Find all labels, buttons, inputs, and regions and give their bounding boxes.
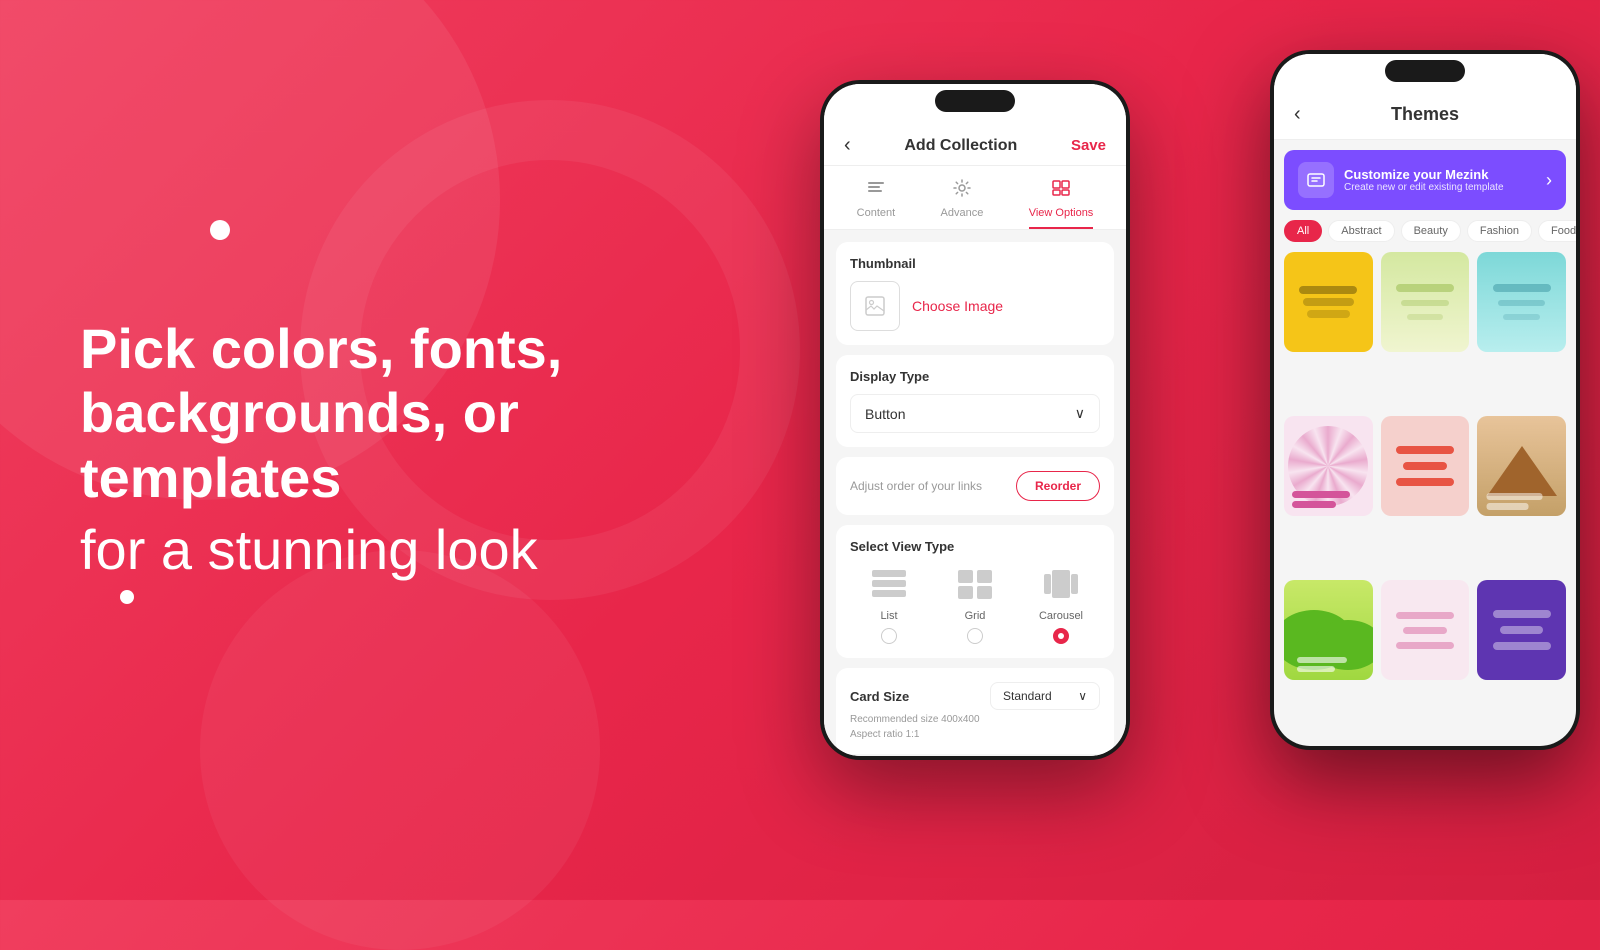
view-options-icon bbox=[1051, 178, 1071, 203]
save-button[interactable]: Save bbox=[1071, 137, 1106, 154]
recommended-size-text: Recommended size 400x400 bbox=[850, 714, 1100, 725]
content-icon bbox=[866, 178, 886, 203]
themes-back-button[interactable]: ‹ bbox=[1294, 103, 1301, 126]
tab-view-options-label: View Options bbox=[1029, 207, 1094, 219]
pink-bars bbox=[1292, 491, 1365, 508]
grid-radio[interactable] bbox=[967, 628, 983, 644]
chevron-down-icon: ∨ bbox=[1075, 405, 1085, 422]
display-type-label: Display Type bbox=[850, 369, 1100, 384]
select-view-type-section: Select View Type List bbox=[836, 525, 1114, 658]
theme-card-red[interactable] bbox=[1381, 416, 1470, 516]
carousel-radio[interactable] bbox=[1053, 628, 1069, 644]
phones-container: ‹ Add Collection Save Content bbox=[820, 50, 1580, 870]
aspect-ratio-text: Aspect ratio 1:1 bbox=[850, 729, 1100, 740]
card-size-select[interactable]: Standard ∨ bbox=[990, 682, 1100, 710]
tab-content-label: Content bbox=[857, 207, 896, 219]
view-type-list[interactable]: List bbox=[850, 564, 928, 644]
pill-beauty[interactable]: Beauty bbox=[1401, 220, 1461, 242]
bg-decoration-circle-medium bbox=[200, 550, 600, 950]
theme-card-pastel-pink[interactable] bbox=[1381, 580, 1470, 680]
back-button[interactable]: ‹ bbox=[844, 134, 851, 157]
thumbnail-label: Thumbnail bbox=[850, 256, 1100, 271]
themes-grid bbox=[1274, 252, 1576, 746]
card-size-value: Standard bbox=[1003, 689, 1052, 703]
theme-card-pastel-blue[interactable] bbox=[1477, 252, 1566, 352]
phone-front-notch bbox=[1385, 60, 1465, 82]
desert-bars bbox=[1486, 493, 1557, 510]
theme-card-pink-burst[interactable] bbox=[1284, 416, 1373, 516]
display-type-section: Display Type Button ∨ bbox=[836, 355, 1114, 447]
headline-line3: for a stunning look bbox=[80, 518, 780, 582]
headline-line2: backgrounds, or templates bbox=[80, 382, 780, 511]
carousel-view-icon bbox=[1036, 564, 1086, 604]
pill-food[interactable]: Food bbox=[1538, 220, 1576, 242]
theme-card-pastel-green[interactable] bbox=[1381, 252, 1470, 352]
thumbnail-row: Choose Image bbox=[850, 281, 1100, 331]
carousel-label: Carousel bbox=[1039, 610, 1083, 622]
select-view-type-label: Select View Type bbox=[850, 539, 1100, 554]
dot-decoration-2 bbox=[120, 590, 134, 604]
advance-icon bbox=[952, 178, 972, 203]
card-size-row: Card Size Standard ∨ bbox=[850, 682, 1100, 710]
filter-pills: All Abstract Beauty Fashion Food bbox=[1274, 210, 1576, 252]
pill-fashion[interactable]: Fashion bbox=[1467, 220, 1532, 242]
thumbnail-section: Thumbnail Choose Image bbox=[836, 242, 1114, 345]
green-bars bbox=[1297, 657, 1359, 672]
view-type-grid-item[interactable]: Grid bbox=[936, 564, 1014, 644]
view-type-grid: List bbox=[850, 564, 1100, 644]
choose-image-button[interactable]: Choose Image bbox=[912, 298, 1003, 314]
phone-tabs: Content Advance bbox=[824, 166, 1126, 230]
reorder-text: Adjust order of your links bbox=[850, 479, 982, 493]
list-view-icon bbox=[864, 564, 914, 604]
display-type-select[interactable]: Button ∨ bbox=[850, 394, 1100, 433]
tab-advance-label: Advance bbox=[941, 207, 984, 219]
customize-icon bbox=[1298, 162, 1334, 198]
display-type-value: Button bbox=[865, 406, 905, 422]
card-size-chevron: ∨ bbox=[1078, 689, 1087, 703]
pill-all[interactable]: All bbox=[1284, 220, 1322, 242]
phone-themes: ‹ Themes Customize your Mezink Create ne… bbox=[1270, 50, 1580, 750]
phone-add-collection: ‹ Add Collection Save Content bbox=[820, 80, 1130, 760]
phone-back-notch bbox=[935, 90, 1015, 112]
banner-title: Customize your Mezink bbox=[1344, 167, 1536, 182]
theme-card-yellow[interactable] bbox=[1284, 252, 1373, 352]
phone-back-scroll: Thumbnail Choose Image bbox=[824, 230, 1126, 756]
pill-abstract[interactable]: Abstract bbox=[1328, 220, 1394, 242]
left-content: Pick colors, fonts, backgrounds, or temp… bbox=[80, 317, 780, 583]
thumbnail-placeholder bbox=[850, 281, 900, 331]
banner-text: Customize your Mezink Create new or edit… bbox=[1344, 167, 1536, 193]
grid-label: Grid bbox=[965, 610, 986, 622]
phone-front-inner: ‹ Themes Customize your Mezink Create ne… bbox=[1274, 54, 1576, 746]
tab-advance[interactable]: Advance bbox=[941, 178, 984, 229]
tab-content[interactable]: Content bbox=[857, 178, 896, 229]
view-type-carousel[interactable]: Carousel bbox=[1022, 564, 1100, 644]
dot-decoration-1 bbox=[210, 220, 230, 240]
theme-card-purple[interactable] bbox=[1477, 580, 1566, 680]
desert-mountain bbox=[1487, 446, 1557, 496]
headline-line1: Pick colors, fonts, bbox=[80, 317, 780, 381]
reorder-section: Adjust order of your links Reorder bbox=[836, 457, 1114, 515]
card-size-section: Card Size Standard ∨ Recommended size 40… bbox=[836, 668, 1114, 754]
reorder-button[interactable]: Reorder bbox=[1016, 471, 1100, 501]
reorder-row: Adjust order of your links Reorder bbox=[850, 471, 1100, 501]
card-size-label: Card Size bbox=[850, 689, 909, 704]
add-collection-title: Add Collection bbox=[904, 137, 1017, 155]
customize-banner[interactable]: Customize your Mezink Create new or edit… bbox=[1284, 150, 1566, 210]
theme-card-desert[interactable] bbox=[1477, 416, 1566, 516]
grid-view-icon bbox=[950, 564, 1000, 604]
list-radio[interactable] bbox=[881, 628, 897, 644]
theme-card-green-hills[interactable] bbox=[1284, 580, 1373, 680]
banner-subtitle: Create new or edit existing template bbox=[1344, 182, 1536, 193]
phone-back-inner: ‹ Add Collection Save Content bbox=[824, 84, 1126, 756]
themes-title: Themes bbox=[1391, 104, 1459, 125]
tab-view-options[interactable]: View Options bbox=[1029, 178, 1094, 229]
list-label: List bbox=[880, 610, 897, 622]
banner-arrow-icon: › bbox=[1546, 170, 1552, 191]
